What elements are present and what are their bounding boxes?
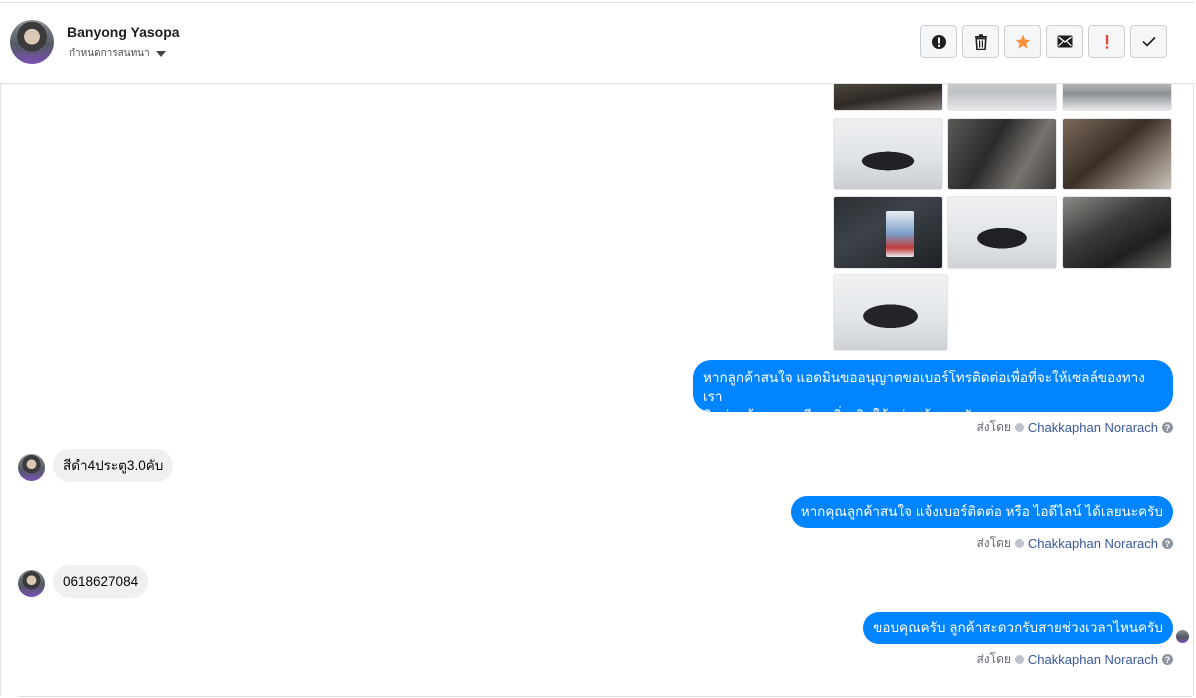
contact-avatar-small[interactable]	[18, 570, 45, 597]
action-toolbar	[920, 25, 1167, 58]
verified-icon	[1014, 423, 1024, 432]
help-icon[interactable]: ?	[1162, 538, 1173, 549]
verified-icon	[1014, 539, 1024, 548]
mark-unread-button[interactable]	[1046, 25, 1083, 58]
photo-attachment[interactable]	[833, 274, 948, 351]
outgoing-message[interactable]: หากลูกค้าสนใจ แอดมินขออนุญาตขอเบอร์โทรติ…	[693, 360, 1173, 423]
exclamation-icon	[1105, 34, 1108, 49]
check-icon	[1141, 36, 1156, 47]
envelope-icon	[1057, 35, 1072, 48]
incoming-message[interactable]: สีดำ4ประตู3.0คับ	[53, 449, 174, 482]
label-dropdown-text: กำหนดการสนทนา	[69, 48, 150, 59]
star-button[interactable]	[1004, 25, 1041, 58]
caret-down-icon	[155, 50, 166, 57]
help-icon[interactable]: ?	[1162, 422, 1173, 433]
composer-divider	[18, 696, 1192, 697]
sent-by-label: ส่งโดย	[976, 536, 1011, 550]
photo-attachment[interactable]	[947, 196, 1057, 269]
photo-attachment[interactable]	[947, 84, 1057, 111]
label-dropdown[interactable]: กำหนดการสนทนา	[69, 46, 166, 61]
message-thread[interactable]: หากลูกค้าสนใจ แอดมินขออนุญาตขอเบอร์โทรติ…	[0, 84, 1194, 698]
photo-attachment[interactable]	[947, 118, 1057, 190]
conversation-header: Banyong Yasopa กำหนดการสนทนา	[0, 3, 1194, 84]
photo-attachment[interactable]	[1062, 196, 1172, 269]
verified-icon	[1014, 655, 1024, 664]
photo-attachment[interactable]	[1062, 84, 1172, 111]
contact-avatar-small[interactable]	[18, 454, 45, 481]
mark-done-button[interactable]	[1130, 25, 1167, 58]
sent-by-info: ส่งโดย Chakkaphan Norarach ?	[976, 534, 1173, 553]
star-icon	[1015, 34, 1030, 49]
message-line: หากลูกค้าสนใจ แอดมินขออนุญาตขอเบอร์โทรติ…	[703, 370, 1145, 404]
photo-attachment[interactable]	[833, 84, 943, 111]
photo-attachment[interactable]	[833, 196, 943, 269]
important-button[interactable]	[1088, 25, 1125, 58]
outgoing-message[interactable]: ขอบคุณครับ ลูกค้าสะดวกรับสายช่วงเวลาไหนค…	[863, 612, 1173, 644]
agent-name-link[interactable]: Chakkaphan Norarach	[1028, 420, 1158, 435]
outgoing-message[interactable]: หากคุณลูกค้าสนใจ แจ้งเบอร์ติดต่อ หรือ ไอ…	[790, 496, 1173, 528]
delete-button[interactable]	[962, 25, 999, 58]
contact-avatar[interactable]	[10, 20, 54, 64]
trash-icon	[974, 33, 987, 50]
photo-attachment[interactable]	[833, 118, 943, 190]
agent-name-link[interactable]: Chakkaphan Norarach	[1028, 536, 1158, 551]
sent-by-label: ส่งโดย	[976, 420, 1011, 434]
incoming-message[interactable]: 0618627084	[53, 565, 149, 598]
seen-indicator-avatar	[1176, 630, 1189, 643]
agent-name-link[interactable]: Chakkaphan Norarach	[1028, 652, 1158, 667]
photo-attachment[interactable]	[1062, 118, 1172, 190]
sent-by-label: ส่งโดย	[976, 652, 1011, 666]
sent-by-info: ส่งโดย Chakkaphan Norarach ?	[976, 418, 1173, 437]
help-icon[interactable]: ?	[1162, 654, 1173, 665]
alert-circle-icon	[931, 34, 946, 49]
sent-by-info: ส่งโดย Chakkaphan Norarach ?	[976, 650, 1173, 669]
contact-name[interactable]: Banyong Yasopa	[67, 24, 180, 40]
mark-spam-button[interactable]	[920, 25, 957, 58]
